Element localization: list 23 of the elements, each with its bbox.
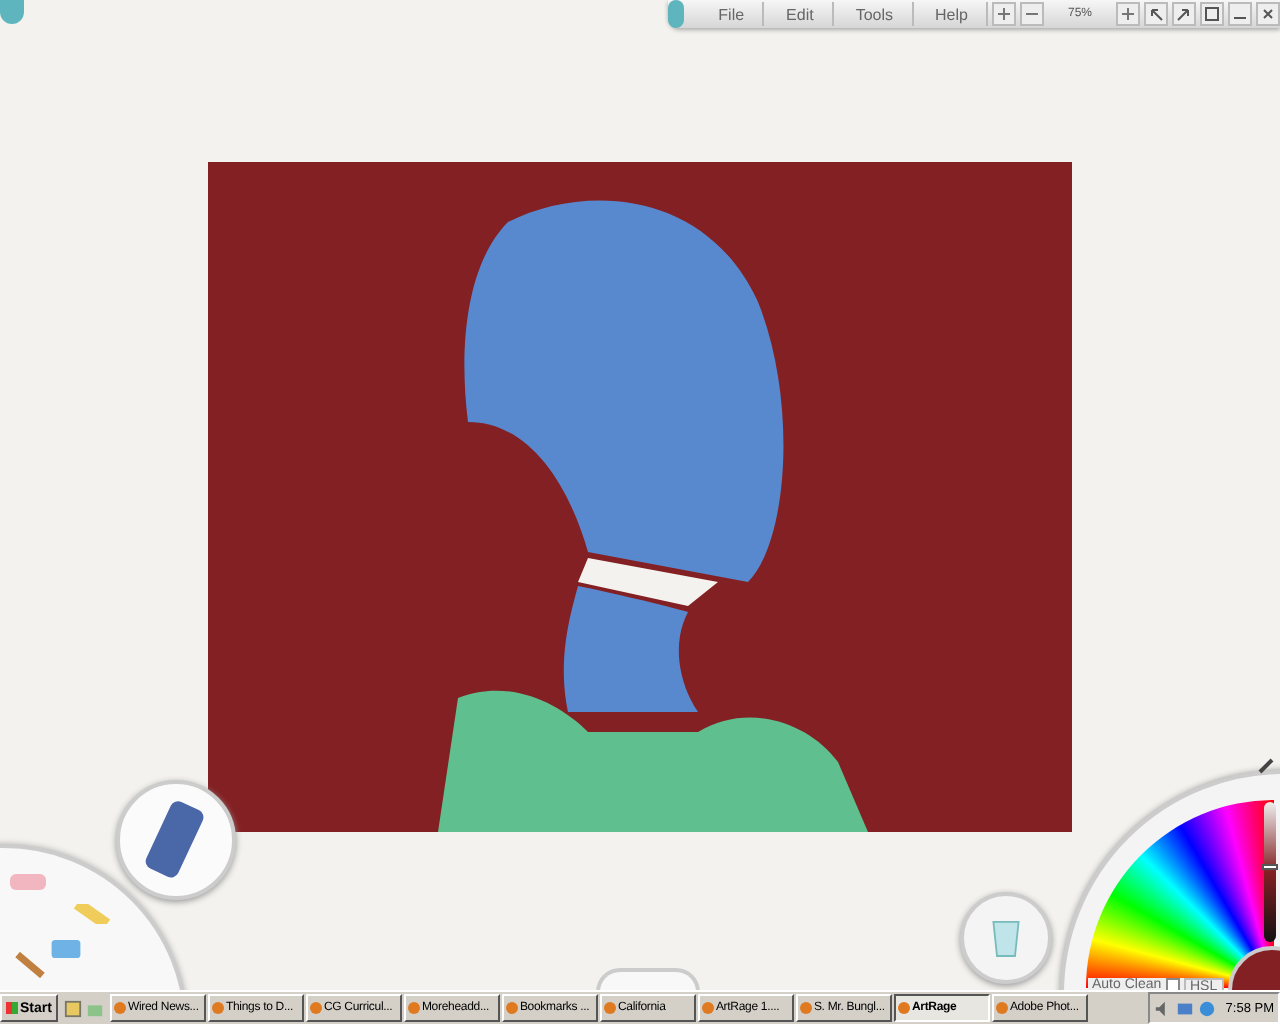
minimize-icon[interactable] — [1228, 2, 1252, 26]
panel-handle[interactable] — [0, 0, 24, 24]
desktop-icon[interactable] — [63, 999, 82, 1017]
window-icon[interactable] — [1200, 2, 1224, 26]
plus-icon[interactable] — [991, 2, 1016, 26]
undo-icon[interactable] — [1144, 2, 1168, 26]
cup-icon — [988, 916, 1024, 960]
close-icon[interactable] — [1256, 2, 1280, 26]
menu-item[interactable]: Help — [917, 2, 988, 26]
redo-icon[interactable] — [1172, 2, 1196, 26]
panel-handle[interactable] — [668, 0, 685, 28]
menu-item[interactable]: Tools — [837, 2, 914, 26]
menu-item[interactable]: File — [700, 2, 765, 26]
globe-icon[interactable] — [1197, 999, 1216, 1017]
minus-icon[interactable] — [1019, 2, 1044, 26]
menu-item[interactable]: Edit — [768, 2, 834, 26]
plus-icon[interactable] — [1116, 2, 1140, 26]
network-icon[interactable] — [1175, 999, 1194, 1017]
slider-thumb[interactable] — [1262, 863, 1278, 869]
eyedropper-icon[interactable] — [1256, 756, 1276, 776]
panel-handle[interactable] — [596, 968, 700, 992]
brush-preview[interactable] — [116, 780, 236, 900]
roller-icon[interactable] — [48, 936, 84, 962]
